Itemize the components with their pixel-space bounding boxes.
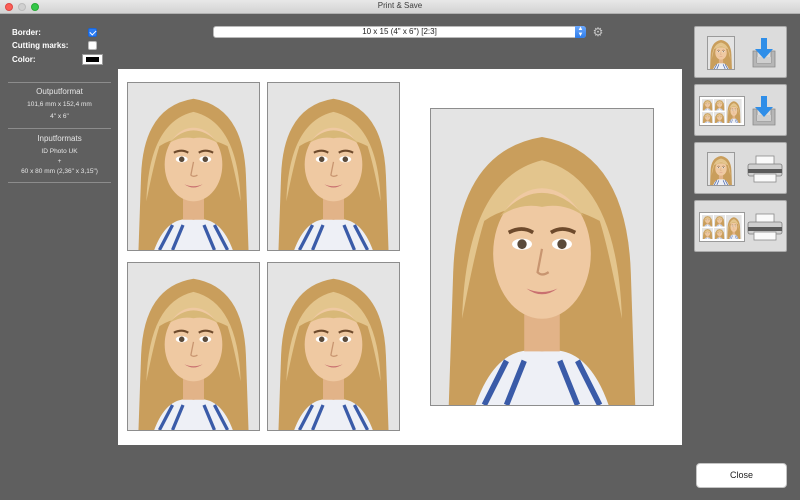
single-photo-thumbnail	[707, 36, 735, 70]
download-icon	[751, 95, 777, 132]
select-arrows-icon: ▲ ▼	[575, 26, 586, 38]
print-sheet-button[interactable]	[694, 200, 787, 252]
divider	[8, 82, 111, 83]
inputformat-size: 60 x 80 mm (2,36" x 3,15")	[21, 168, 98, 175]
divider	[8, 128, 111, 129]
gear-icon[interactable]: ⚙	[592, 26, 604, 38]
sheet-thumbnail	[699, 96, 745, 126]
mini-photo	[702, 215, 714, 227]
print-single-button[interactable]	[694, 142, 787, 194]
print-preview-sheet	[118, 69, 682, 445]
color-well[interactable]	[82, 54, 103, 65]
outputformat-heading: Outputformat	[36, 87, 83, 96]
window-title: Print & Save	[377, 1, 423, 10]
mini-photo	[714, 227, 726, 239]
outputformat-size-mm: 101,6 mm x 152,4 mm	[27, 101, 92, 108]
id-photo	[267, 262, 400, 431]
inputformats-heading: Inputformats	[37, 134, 82, 143]
close-button[interactable]: Close	[696, 463, 787, 488]
cutting-marks-label: Cutting marks:	[12, 41, 69, 50]
inputformat-name: ID Photo UK	[41, 148, 78, 155]
color-swatch	[86, 57, 99, 62]
id-photo	[127, 262, 260, 431]
border-checkbox[interactable]	[88, 28, 97, 37]
mini-photo	[714, 99, 726, 111]
mini-photo	[726, 215, 742, 239]
save-sheet-button[interactable]	[694, 84, 787, 136]
id-photo	[267, 82, 400, 251]
printer-icon	[747, 213, 783, 246]
sheet-thumbnail	[699, 212, 745, 242]
printer-icon	[747, 155, 783, 188]
mini-photo	[714, 111, 726, 123]
format-select-value: 10 x 15 (4" x 6") [2:3]	[362, 27, 437, 36]
large-photo	[430, 108, 654, 406]
mini-photo	[702, 99, 714, 111]
mini-photo	[726, 99, 742, 123]
inputformat-plus: +	[57, 158, 62, 165]
single-photo-thumbnail	[707, 152, 735, 186]
mini-photo	[714, 215, 726, 227]
cutting-marks-checkbox[interactable]	[88, 41, 97, 50]
title-bar: Print & Save	[0, 0, 800, 14]
id-photo	[127, 82, 260, 251]
border-label: Border:	[12, 28, 41, 37]
mini-photo	[702, 227, 714, 239]
divider	[8, 182, 111, 183]
outputformat-size-in: 4" x 6"	[50, 113, 69, 120]
mini-photo	[702, 111, 714, 123]
format-select[interactable]: 10 x 15 (4" x 6") [2:3] ▲ ▼	[213, 26, 586, 38]
download-icon	[751, 37, 777, 74]
color-label: Color:	[12, 55, 36, 64]
save-single-button[interactable]	[694, 26, 787, 78]
